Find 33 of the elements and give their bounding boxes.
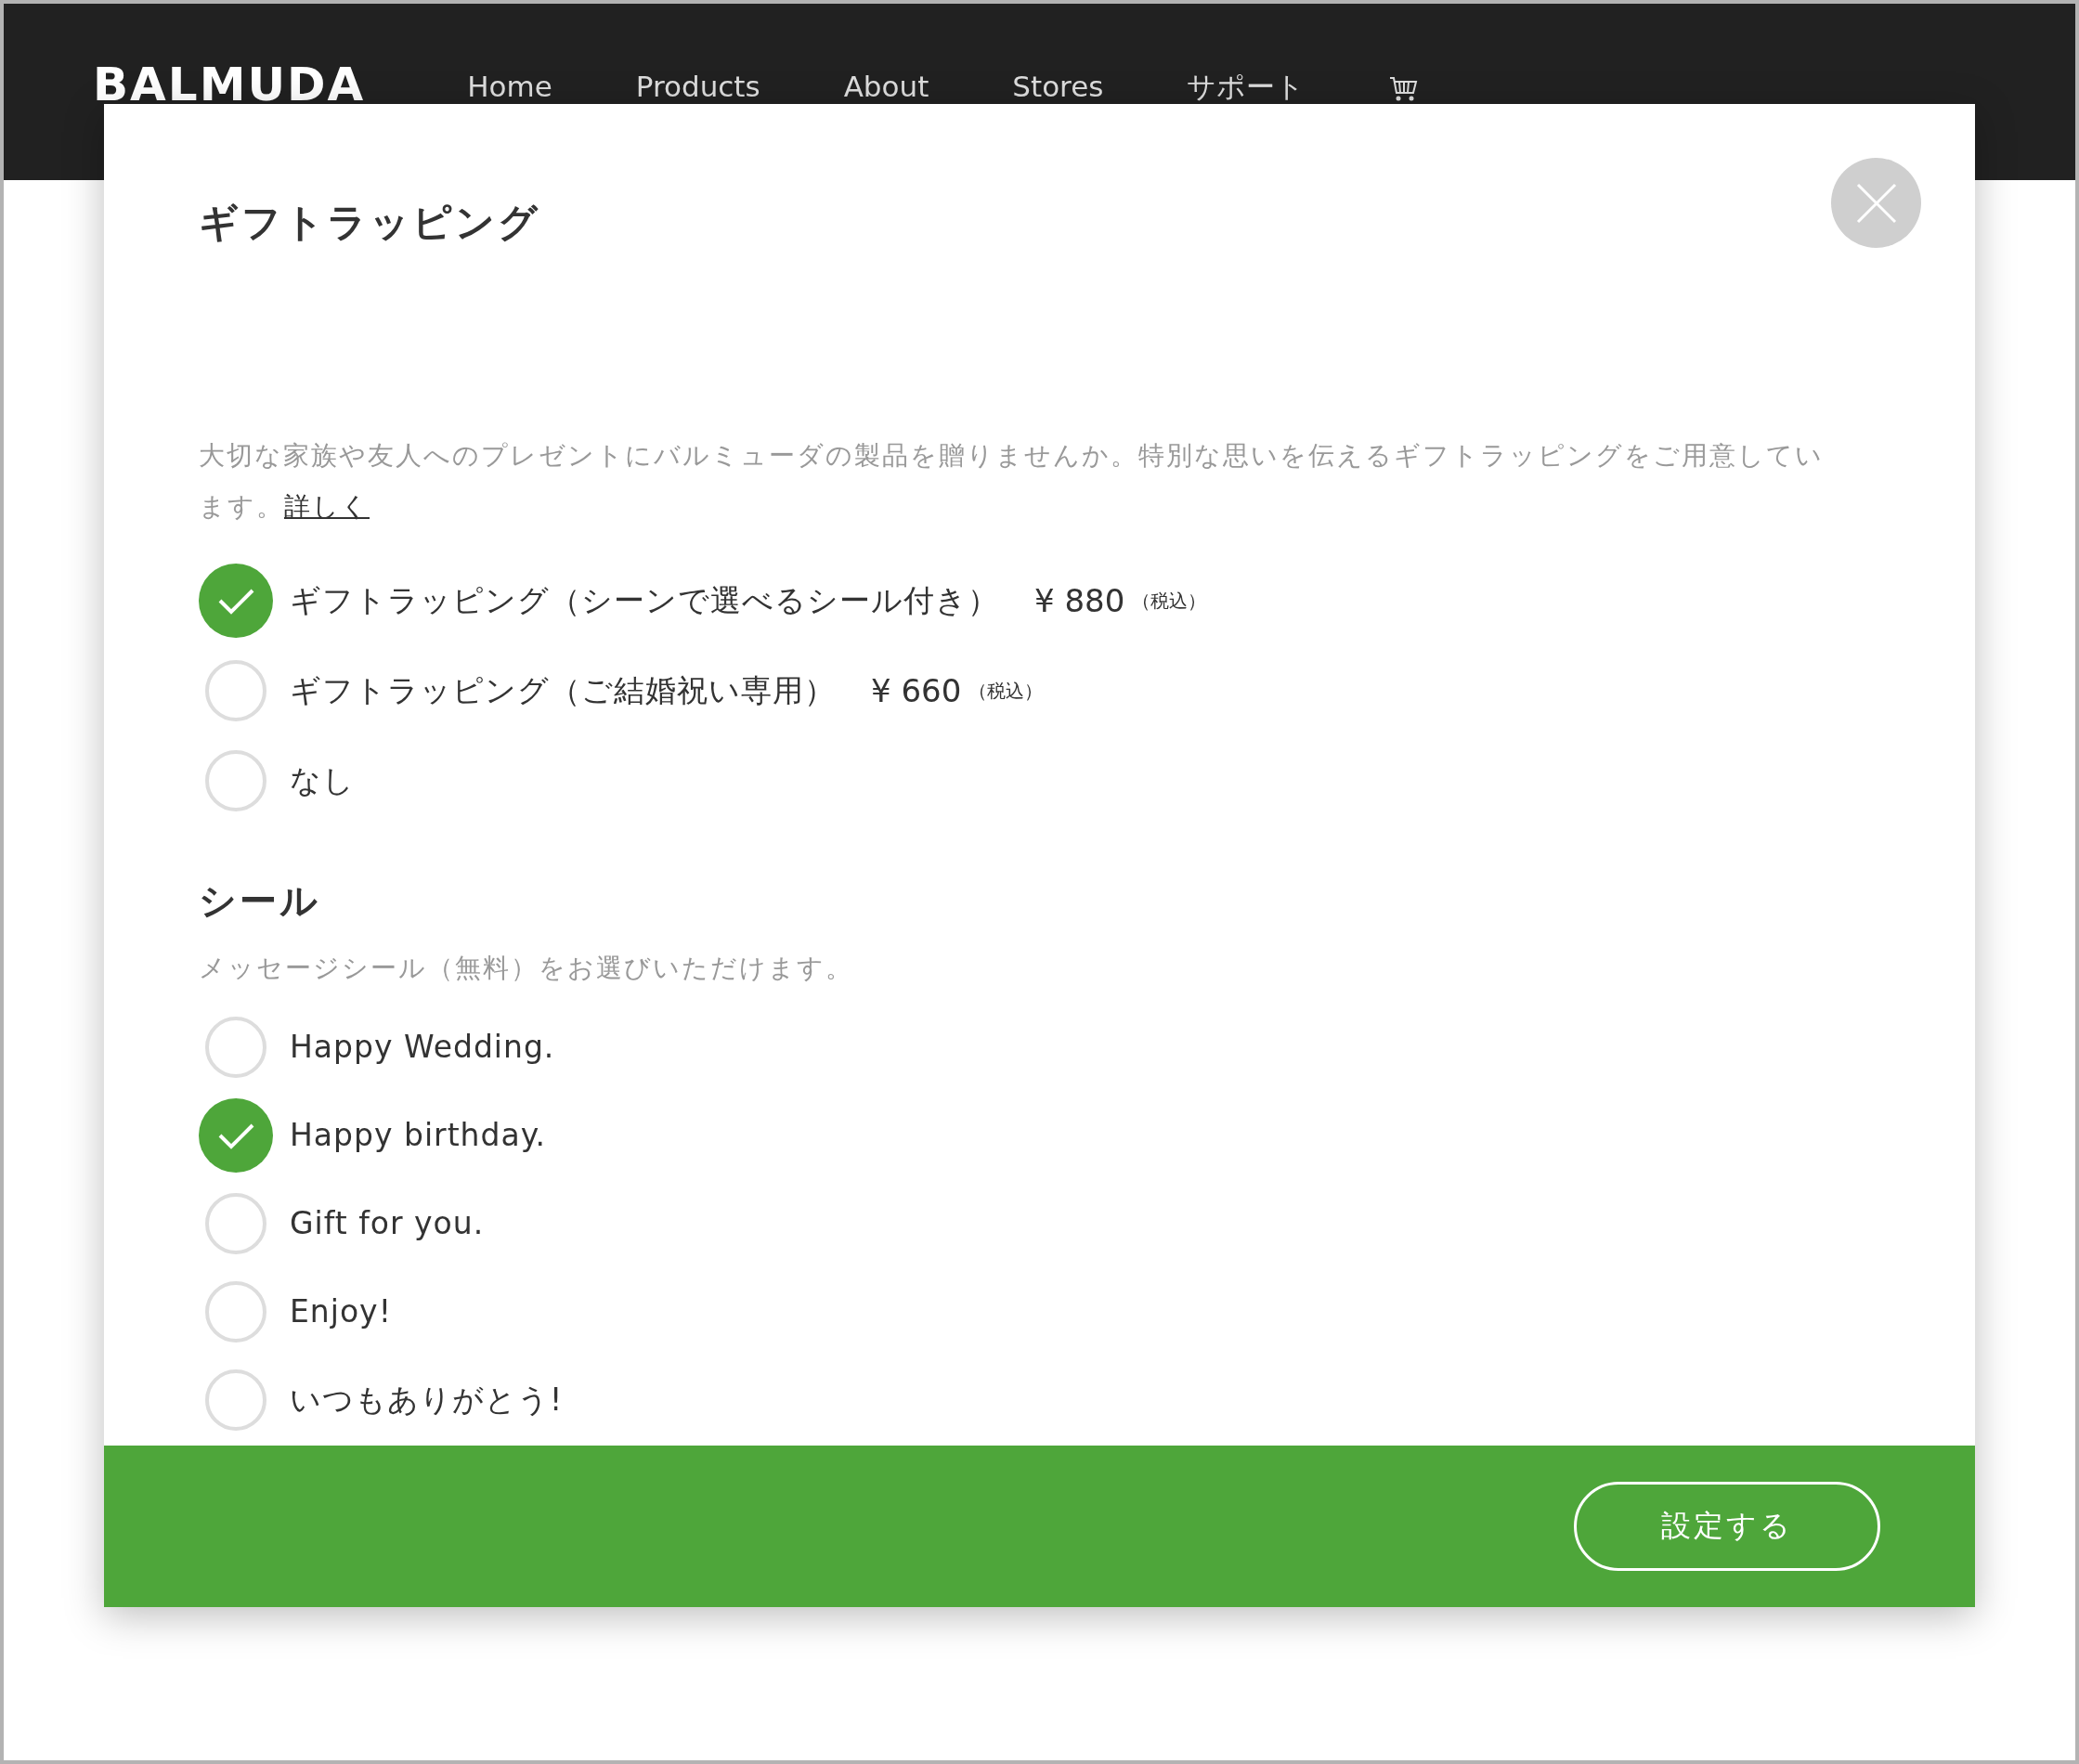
option-label[interactable]: Happy birthday.	[290, 1118, 546, 1153]
option-label[interactable]: Gift for you.	[290, 1206, 485, 1241]
dialog-title: ギフトラッピング	[199, 199, 541, 247]
radio-button[interactable]	[205, 750, 266, 811]
radio-button[interactable]	[205, 1017, 266, 1078]
option-label[interactable]: ギフトラッピング（シーンで選べるシール付き）	[290, 583, 999, 618]
radio-button[interactable]	[205, 1193, 266, 1254]
nav-link[interactable]: Products	[635, 72, 760, 101]
nav-link[interactable]: About	[843, 72, 929, 101]
description: 大切な家族や友人へのプレゼントにバルミューダの製品を贈りませんか。特別な思いを伝えるギフトラッピングをご用意しています。詳しく	[199, 439, 1825, 524]
logo[interactable]: BALMUDA	[93, 61, 366, 108]
checked-radio[interactable]	[199, 1098, 273, 1173]
option-label[interactable]: Enjoy!	[290, 1294, 392, 1329]
option-label[interactable]: ギフトラッピング（ご結婚祝い専用）	[290, 673, 836, 708]
details-link[interactable]: 詳しく	[284, 491, 370, 522]
price: ¥ 880	[1034, 582, 1125, 619]
radio-button[interactable]	[205, 1281, 266, 1342]
nav-link[interactable]: Stores	[1012, 72, 1104, 101]
nav-link[interactable]: サポート	[1187, 72, 1306, 101]
option-label[interactable]: Happy Wedding.	[290, 1030, 555, 1065]
nav-link[interactable]: Home	[467, 72, 552, 101]
tax-note: （税込）	[968, 678, 1044, 704]
price: ¥ 660	[871, 672, 962, 709]
option-label[interactable]: いつもありがとう!	[290, 1382, 564, 1418]
tax-note: （税込）	[1132, 588, 1207, 614]
close-icon	[1855, 182, 1897, 224]
section-description: メッセージシール（無料）をお選びいただけます。	[199, 952, 854, 985]
radio-button[interactable]	[205, 1369, 266, 1431]
cart-icon[interactable]	[1388, 74, 1419, 102]
radio-button[interactable]	[205, 660, 266, 721]
option-label[interactable]: なし	[290, 763, 355, 798]
section-heading: シール	[199, 878, 321, 924]
checked-radio[interactable]	[199, 564, 273, 638]
